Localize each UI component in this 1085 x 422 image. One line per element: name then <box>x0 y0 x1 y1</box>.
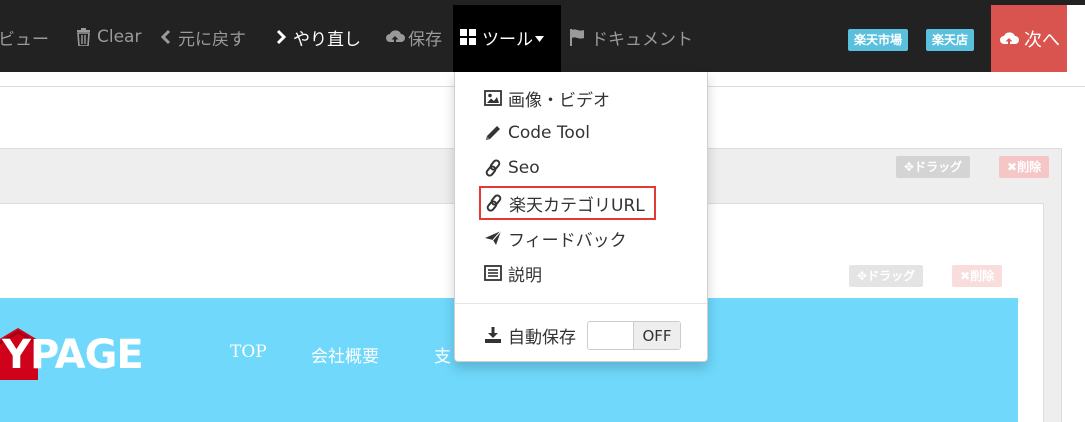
tools-label: ツール <box>482 29 533 50</box>
chevron-right-icon <box>275 29 287 45</box>
toggle-state-label: OFF <box>633 322 680 349</box>
preview-button[interactable]: ビュー <box>0 22 49 52</box>
inner-drag-handle[interactable]: ✥ドラッグ <box>849 265 924 287</box>
nav-link-company[interactable]: 会社概要 <box>311 342 379 367</box>
redo-label: やり直し <box>293 29 361 50</box>
menu-item-label: Code Tool <box>508 123 590 143</box>
link-icon <box>483 159 503 177</box>
move-icon: ✥ <box>904 160 915 174</box>
download-icon <box>483 326 503 344</box>
documents-button[interactable]: ドキュメント <box>569 22 693 52</box>
flag-icon <box>569 28 585 46</box>
preview-label: ビュー <box>0 29 49 50</box>
cloud-upload-icon <box>385 28 405 46</box>
menu-item-feedback[interactable]: フィードバック <box>483 224 627 252</box>
chevron-left-icon <box>160 29 172 45</box>
autosave-label: 自動保存 <box>508 327 576 348</box>
menu-item-label: 説明 <box>508 265 542 286</box>
close-icon: ✖ <box>1007 160 1018 174</box>
clear-label: Clear <box>97 27 142 47</box>
menu-item-description[interactable]: 説明 <box>483 259 542 287</box>
menu-item-label: フィードバック <box>508 230 627 251</box>
site-logo[interactable]: YPAGE <box>0 326 144 384</box>
delete-label: 削除 <box>970 269 995 283</box>
menu-item-seo[interactable]: Seo <box>483 154 540 182</box>
save-button[interactable]: 保存 <box>385 22 442 52</box>
menu-item-label: Seo <box>508 158 540 178</box>
inner-delete-button[interactable]: ✖削除 <box>952 265 1003 287</box>
logo-text: YPAGE <box>2 332 144 378</box>
documents-label: ドキュメント <box>591 29 693 50</box>
rakuten-shop-badge[interactable]: 楽天店 <box>926 29 975 51</box>
next-button[interactable]: 次へ <box>991 5 1067 72</box>
move-icon: ✥ <box>857 269 868 283</box>
toolbar-edge <box>1067 5 1085 72</box>
link-icon <box>484 194 504 212</box>
list-icon <box>483 265 503 281</box>
undo-label: 元に戻す <box>178 29 246 50</box>
save-label: 保存 <box>408 29 442 50</box>
undo-button[interactable]: 元に戻す <box>160 22 246 52</box>
drag-handle[interactable]: ✥ドラッグ <box>896 156 971 178</box>
drag-label: ドラッグ <box>867 269 916 283</box>
grid-icon <box>460 29 476 45</box>
image-icon <box>483 90 503 106</box>
redo-button[interactable]: やり直し <box>275 22 361 52</box>
caret-down-icon <box>535 27 544 47</box>
clear-button[interactable]: Clear <box>76 22 141 52</box>
menu-item-label: 画像・ビデオ <box>508 90 610 111</box>
menu-item-rakuten-category-url[interactable]: 楽天カテゴリURL <box>479 186 656 220</box>
cloud-upload-icon <box>1000 31 1019 47</box>
delete-button[interactable]: ✖削除 <box>999 156 1050 178</box>
tools-dropdown-menu: 画像・ビデオ Code Tool Seo 楽天カテゴリURL フィードバック 説… <box>454 72 708 362</box>
drag-label: ドラッグ <box>914 160 963 174</box>
next-label: 次へ <box>1024 29 1060 51</box>
trash-icon <box>76 28 91 46</box>
menu-item-autosave: 自動保存 <box>483 321 576 349</box>
send-icon <box>483 230 503 246</box>
menu-item-label: 楽天カテゴリURL <box>509 195 645 216</box>
menu-divider <box>455 303 707 304</box>
menu-item-media[interactable]: 画像・ビデオ <box>483 84 610 112</box>
menu-item-code-tool[interactable]: Code Tool <box>483 119 590 147</box>
close-icon: ✖ <box>960 269 971 283</box>
tools-menu-toggle[interactable]: ツール <box>460 22 544 52</box>
rakuten-market-badge[interactable]: 楽天市場 <box>848 29 909 51</box>
autosave-toggle[interactable]: OFF <box>587 321 681 350</box>
nav-link-top[interactable]: TOP <box>230 342 267 362</box>
nav-link-partial[interactable]: 支 <box>434 342 451 367</box>
pencil-icon <box>483 124 503 142</box>
delete-label: 削除 <box>1017 160 1042 174</box>
